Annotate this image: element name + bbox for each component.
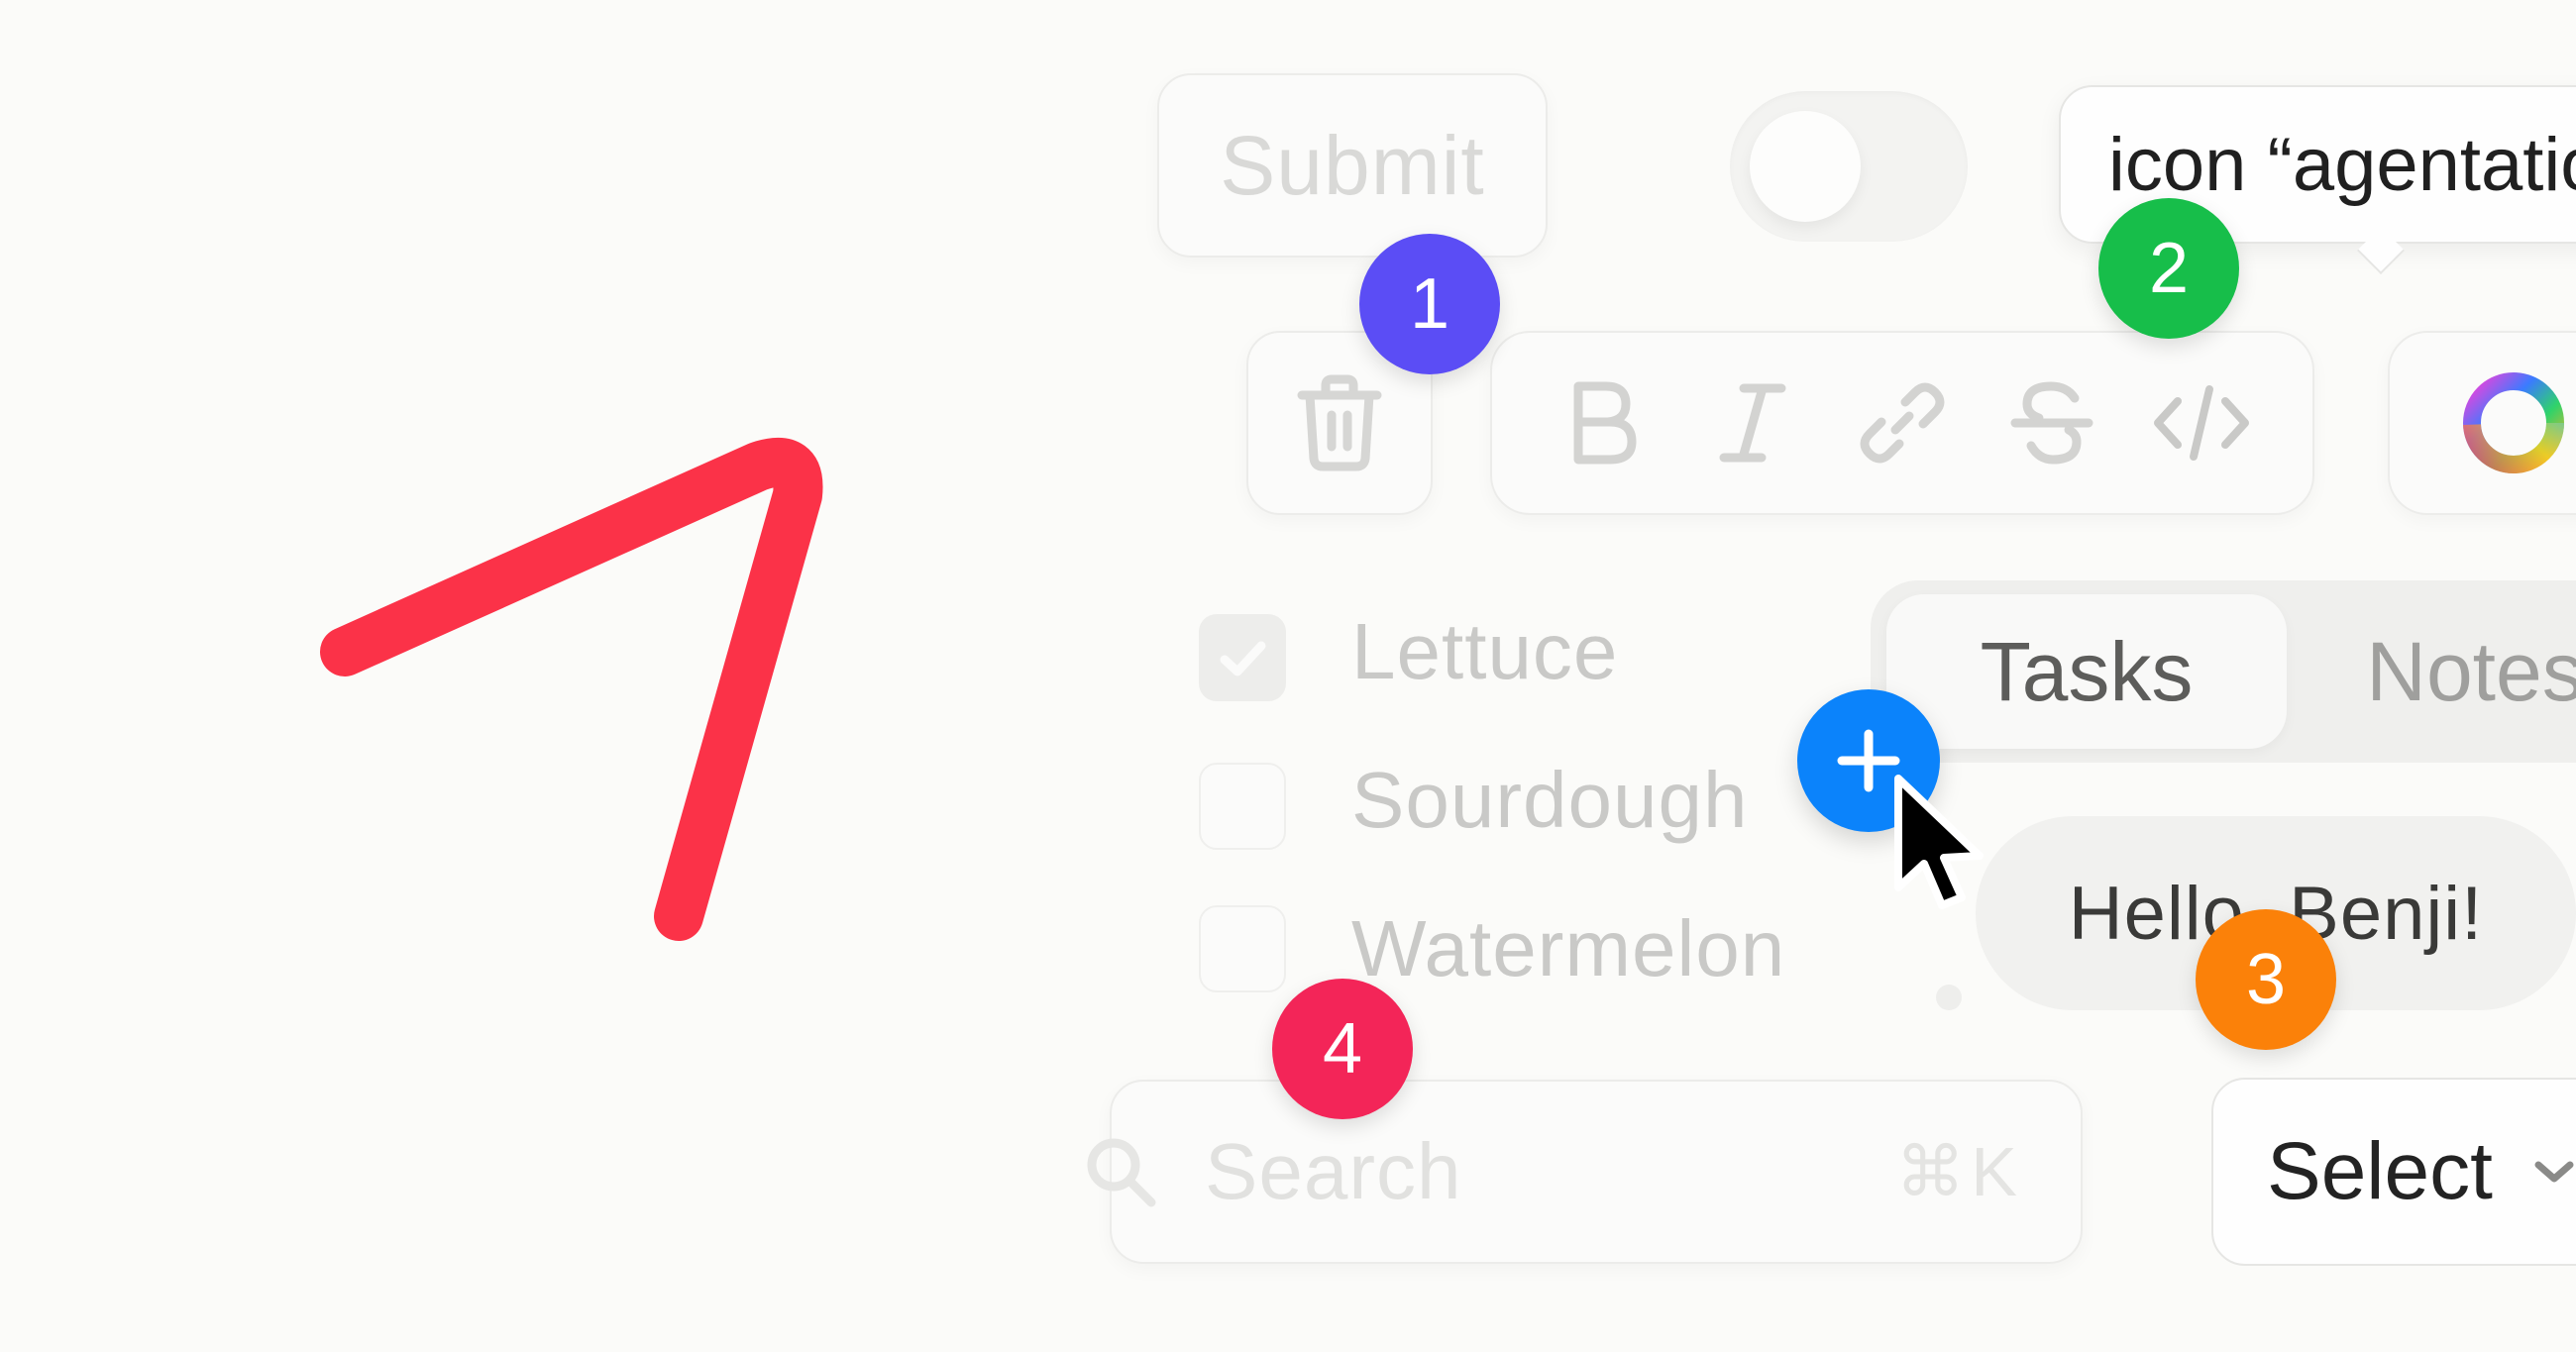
strikethrough-icon bbox=[2010, 381, 2093, 465]
chevron-down-icon bbox=[2534, 1161, 2574, 1183]
annotation-marker-3[interactable]: 3 bbox=[2196, 909, 2336, 1050]
checkmark-icon bbox=[1220, 641, 1266, 676]
marker-number: 3 bbox=[2245, 940, 2287, 1019]
toggle-switch[interactable] bbox=[1730, 91, 1968, 242]
checklist-label: Watermelon bbox=[1351, 904, 1786, 992]
bubble-dot bbox=[1936, 985, 1962, 1010]
checklist-label: Lettuce bbox=[1351, 607, 1619, 695]
color-picker-button[interactable] bbox=[2388, 331, 2576, 515]
search-placeholder: Search bbox=[1205, 1127, 1462, 1215]
tab-tasks[interactable]: Tasks bbox=[1886, 594, 2287, 749]
keyboard-shortcut: ⌘K bbox=[1895, 1133, 2023, 1210]
color-wheel-icon bbox=[2463, 372, 2564, 473]
trash-icon bbox=[1297, 374, 1382, 471]
marker-number: 2 bbox=[2148, 229, 2190, 308]
italic-button[interactable] bbox=[1693, 364, 1812, 482]
select-dropdown[interactable]: Select bbox=[2211, 1078, 2576, 1266]
annotation-stroke bbox=[320, 437, 823, 941]
submit-button[interactable]: Submit bbox=[1157, 73, 1548, 258]
code-button[interactable] bbox=[2142, 364, 2261, 482]
marker-number: 4 bbox=[1322, 1009, 1363, 1089]
strikethrough-button[interactable] bbox=[1992, 364, 2111, 482]
annotation-marker-1[interactable]: 1 bbox=[1359, 234, 1500, 374]
annotation-marker-2[interactable]: 2 bbox=[2098, 198, 2239, 339]
bold-button[interactable] bbox=[1544, 364, 1663, 482]
search-input[interactable]: Search ⌘K bbox=[1087, 1080, 2083, 1264]
code-icon bbox=[2154, 385, 2250, 461]
link-icon bbox=[1860, 382, 1945, 464]
select-label: Select bbox=[2267, 1126, 2493, 1216]
checkbox-unchecked[interactable] bbox=[1199, 763, 1286, 850]
tab-notes[interactable]: Notes bbox=[2287, 594, 2576, 749]
bold-icon bbox=[1573, 381, 1637, 465]
tabs-segmented-control: Tasks Notes bbox=[1871, 580, 2576, 763]
search-icon bbox=[1087, 1138, 1156, 1207]
checkbox-unchecked[interactable] bbox=[1199, 905, 1286, 992]
toggle-knob bbox=[1750, 111, 1861, 222]
formatting-toolbar bbox=[1490, 331, 2314, 515]
arrow-cursor-icon bbox=[1894, 775, 1984, 909]
annotation-marker-4[interactable]: 4 bbox=[1272, 979, 1413, 1119]
checkbox-checked[interactable] bbox=[1199, 614, 1286, 701]
italic-icon bbox=[1719, 383, 1786, 463]
tooltip-text: icon “agentatio bbox=[2108, 122, 2576, 207]
link-button[interactable] bbox=[1843, 364, 1962, 482]
marker-number: 1 bbox=[1409, 264, 1450, 344]
checklist-label: Sourdough bbox=[1351, 756, 1749, 844]
